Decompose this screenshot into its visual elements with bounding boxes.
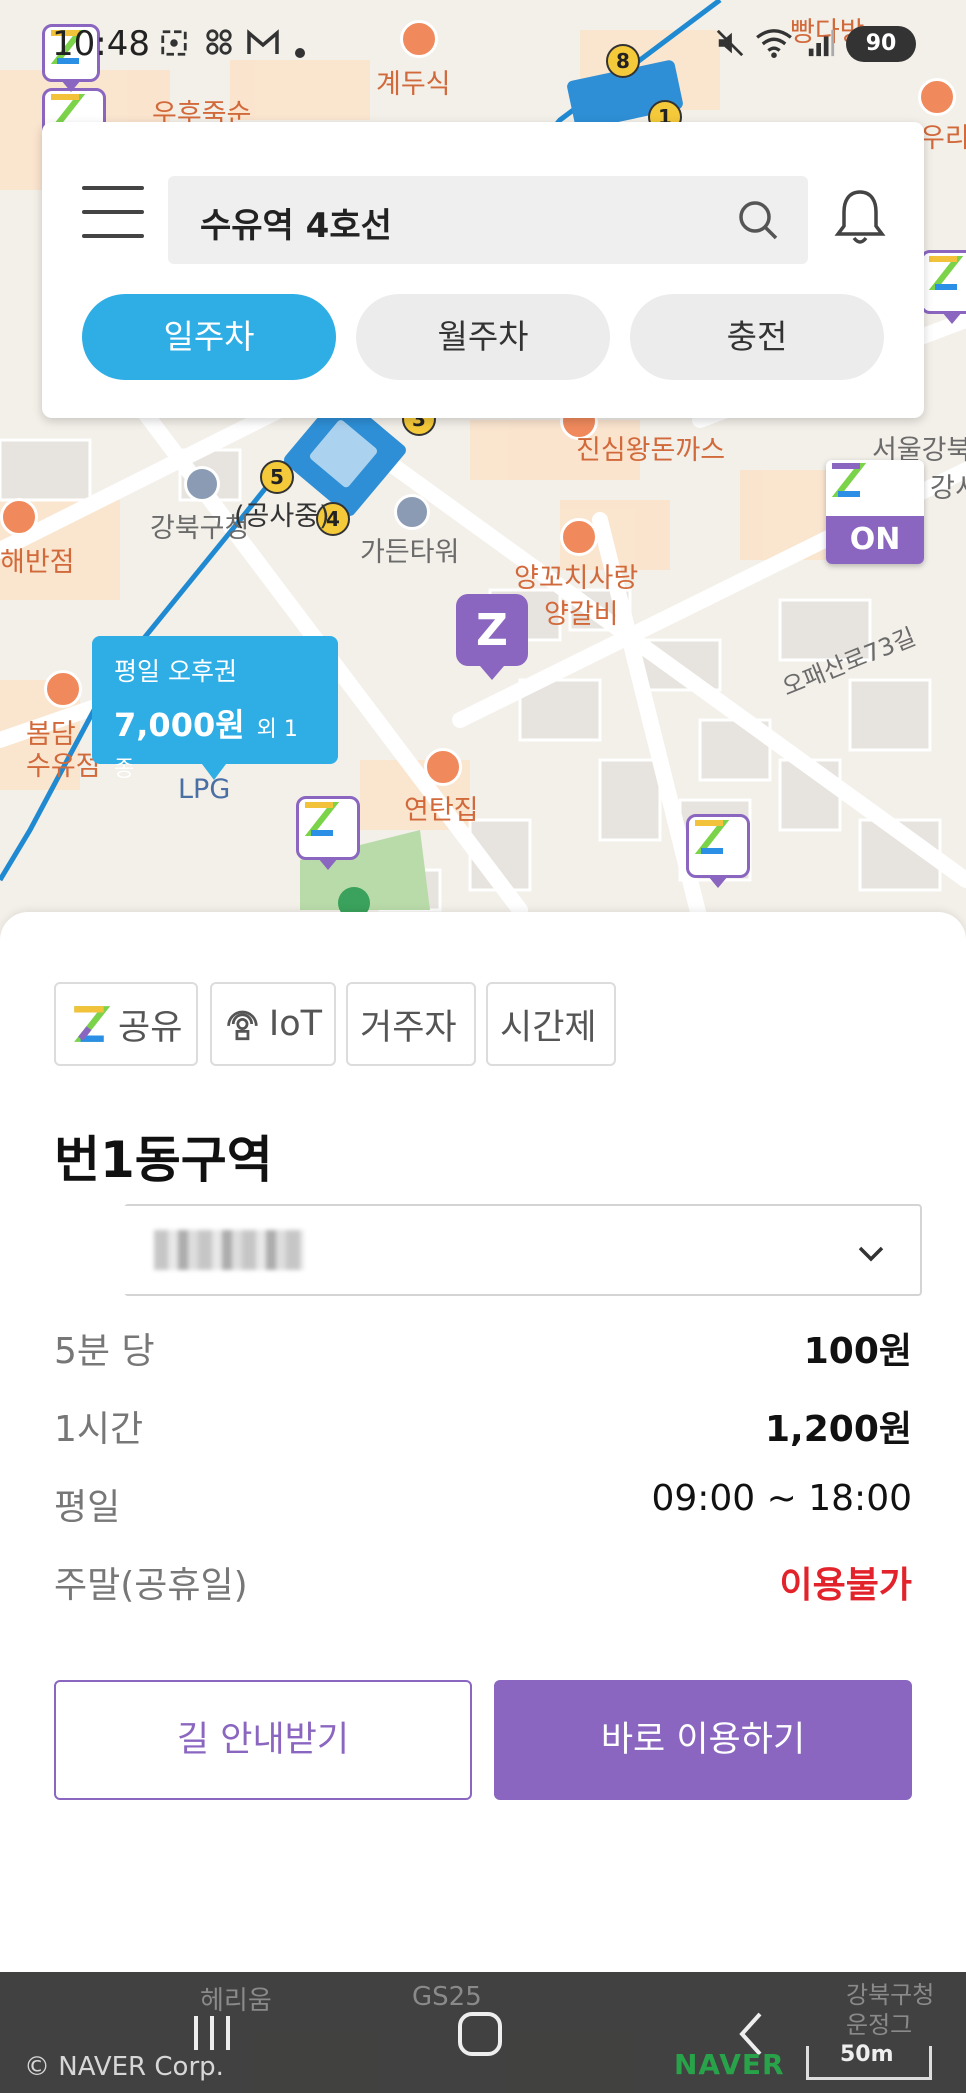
- parking-pin-icon[interactable]: [686, 814, 750, 878]
- search-input[interactable]: 수유역 4호선: [168, 176, 808, 264]
- row-value: 이용불가: [779, 1565, 912, 1606]
- row-label: 평일: [54, 1487, 121, 1528]
- map-label: 수유점: [26, 751, 101, 782]
- building-poi-icon[interactable]: [394, 494, 430, 530]
- screenshot-icon: [161, 30, 187, 56]
- tab-charging[interactable]: 충전: [630, 294, 884, 380]
- battery-icon: 90: [846, 26, 916, 62]
- price-row-1hour: 1시간 1,200원: [54, 1392, 912, 1452]
- tag-resident: 거주자: [346, 982, 476, 1066]
- callout-title: 평일 오후권: [114, 657, 237, 686]
- callout-price: 7,000원: [114, 706, 245, 744]
- gmail-icon: [247, 29, 279, 54]
- map-label: 헤리움: [200, 1986, 272, 2016]
- tab-monthly-parking[interactable]: 월주차: [356, 294, 610, 380]
- tag-label: 거주자: [360, 1007, 457, 1048]
- status-time: 10:48: [52, 24, 150, 64]
- tab-daily-parking[interactable]: 일주차: [82, 294, 336, 380]
- parking-detail-sheet: 공유 IoT 거주자 시간제 번1동구역 5분 당 100원 1시간 1,200…: [0, 912, 966, 1972]
- tag-label: 시간제: [500, 1007, 597, 1048]
- wifi-icon: [756, 29, 792, 58]
- map-scale-label: 50m: [840, 2042, 894, 2067]
- lot-select-dropdown[interactable]: [118, 1204, 922, 1296]
- menu-button[interactable]: [82, 186, 144, 238]
- price-row-5min: 5분 당 100원: [54, 1314, 912, 1374]
- naver-logo: NAVER: [674, 2048, 785, 2081]
- map-label: GS25: [412, 1982, 482, 2012]
- restaurant-poi-icon[interactable]: [424, 748, 462, 786]
- home-icon[interactable]: [458, 2012, 502, 2056]
- bell-icon[interactable]: [832, 186, 888, 250]
- hamburger-icon: [82, 186, 144, 190]
- restaurant-poi-icon[interactable]: [44, 670, 82, 708]
- zoomansa-z-icon: [694, 820, 729, 854]
- row-label: 주말(공휴일): [54, 1565, 248, 1606]
- battery-level: 90: [865, 31, 897, 56]
- zoomansa-z-icon: [831, 463, 866, 497]
- recent-apps-icon[interactable]: [190, 2014, 234, 2052]
- map-label: 우리: [920, 123, 966, 154]
- route-guide-button[interactable]: 길 안내받기: [54, 1680, 472, 1800]
- use-now-button[interactable]: 바로 이용하기: [494, 1680, 912, 1800]
- hamburger-icon: [82, 234, 144, 238]
- map-label: 양꼬치사랑: [514, 563, 639, 594]
- map-label: 연탄집: [404, 795, 479, 826]
- hours-row-weekend: 주말(공휴일) 이용불가: [54, 1548, 912, 1608]
- row-value: 09:00 ~ 18:00: [651, 1478, 912, 1519]
- row-label: 1시간: [54, 1409, 144, 1450]
- map-label: 양갈비: [544, 599, 619, 630]
- parking-pin-icon[interactable]: [296, 796, 360, 860]
- parking-pin-icon[interactable]: [920, 250, 966, 314]
- tag-shared: 공유: [54, 982, 198, 1066]
- hours-row-weekday: 평일 09:00 ~ 18:00: [54, 1470, 912, 1530]
- status-bar: 10:48 90: [0, 0, 966, 90]
- signal-icon: [808, 29, 835, 57]
- app-root: 8 1 5 4 3 계두식 우후죽순 빵다방 우리 진심왕돈까스 서울강북 강서…: [0, 0, 966, 2093]
- map-label: 강서: [930, 473, 966, 504]
- parking-on-toggle[interactable]: ON: [826, 460, 924, 564]
- map-label: 진심왕돈까스: [576, 435, 726, 466]
- zoomansa-z-icon: [74, 1006, 110, 1042]
- zone-title: 번1동구역: [54, 1131, 273, 1189]
- search-icon[interactable]: [736, 198, 780, 242]
- search-query: 수유역 4호선: [200, 206, 392, 246]
- on-label: ON: [826, 516, 924, 564]
- map-label: 해반점: [0, 547, 75, 578]
- hamburger-icon: [82, 210, 144, 214]
- map-copyright: © NAVER Corp.: [24, 2052, 224, 2082]
- blurred-lot-number: [154, 1230, 304, 1270]
- tag-label: 공유: [118, 1007, 183, 1048]
- system-nav-bar: 헤리움 GS25 강북구청 운정그 © NAVER Corp. NAVER 50…: [0, 1972, 966, 2093]
- tag-hourly: 시간제: [486, 982, 616, 1066]
- restaurant-poi-icon[interactable]: [560, 518, 598, 556]
- zoomansa-z-icon: [304, 802, 339, 836]
- app-notification-icon: [206, 29, 232, 55]
- iot-sensor-icon: [227, 1010, 258, 1041]
- more-notifications-dot-icon: [295, 48, 305, 58]
- search-panel: 수유역 4호선 일주차 월주차 충전: [42, 122, 924, 418]
- map-label: 강북구청 운정그: [846, 1981, 935, 2039]
- chevron-down-icon: [858, 1246, 884, 1262]
- map-label: 가든타워: [360, 537, 460, 568]
- row-label: 5분 당: [54, 1331, 155, 1372]
- station-exit-5-badge: 5: [260, 460, 294, 494]
- tag-label: IoT: [268, 1004, 322, 1044]
- restaurant-poi-icon[interactable]: [0, 498, 38, 536]
- price-callout[interactable]: 평일 오후권 7,000원 외 1종: [92, 636, 338, 782]
- public-office-poi-icon[interactable]: [184, 466, 220, 502]
- row-value: 1,200원: [765, 1409, 912, 1450]
- mute-icon: [716, 29, 744, 57]
- zoomansa-z-icon: [928, 256, 963, 290]
- selected-parking-pin-icon[interactable]: Z: [456, 594, 528, 666]
- row-value: 100원: [803, 1331, 912, 1372]
- map-label: (공사중): [234, 501, 330, 532]
- tag-iot: IoT: [210, 982, 336, 1066]
